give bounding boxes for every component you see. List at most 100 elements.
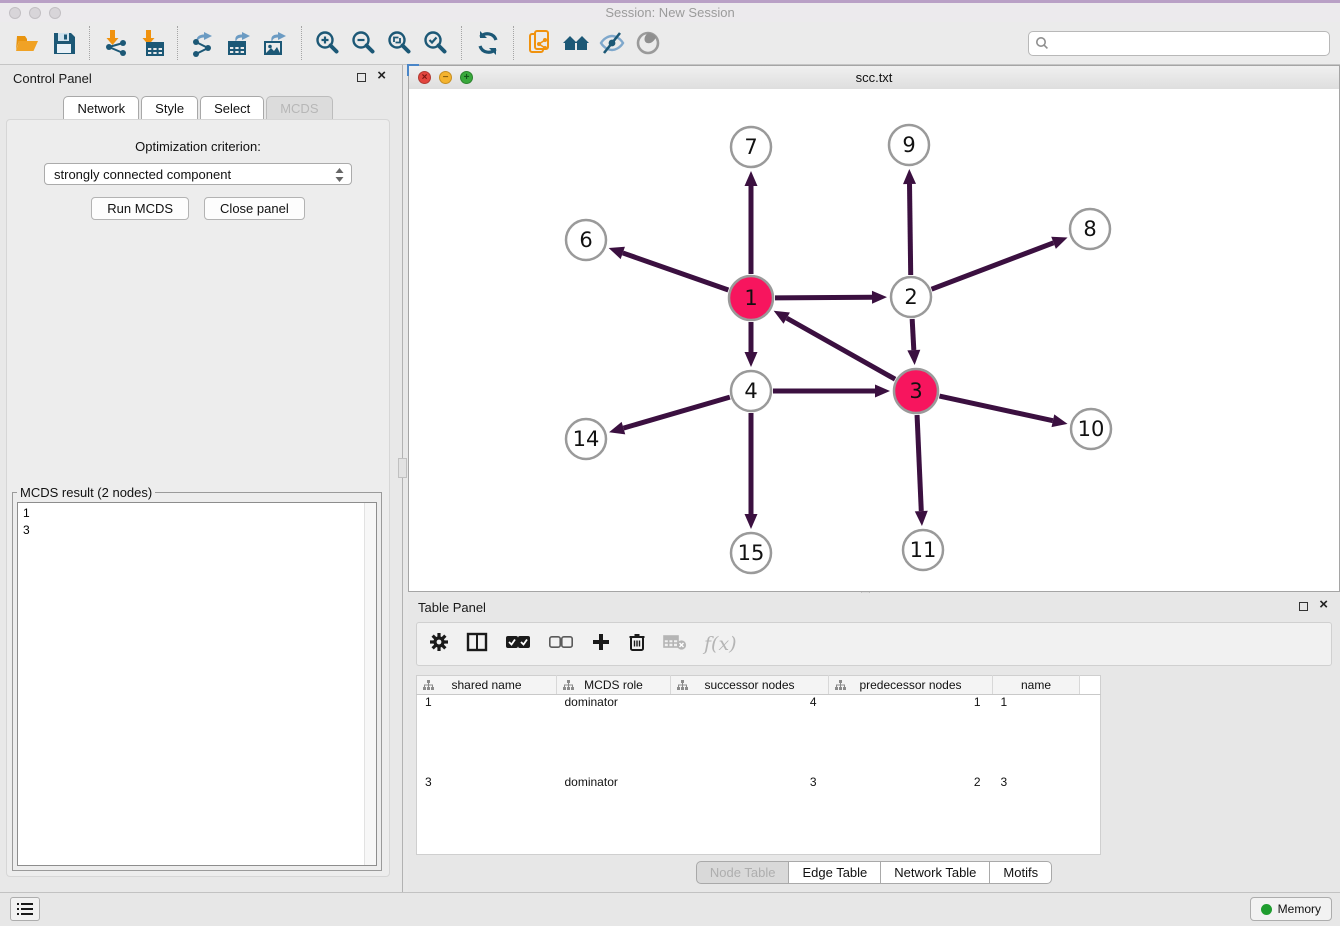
task-history-button[interactable] xyxy=(10,897,40,921)
refresh-layout-icon[interactable] xyxy=(470,25,506,61)
window-accent-strip xyxy=(0,0,1340,3)
select-all-columns-icon[interactable] xyxy=(505,634,531,655)
zoom-fit-icon[interactable] xyxy=(382,25,418,61)
chevron-up-down-icon xyxy=(334,167,345,190)
save-session-icon[interactable] xyxy=(46,25,82,61)
run-mcds-button[interactable]: Run MCDS xyxy=(91,197,189,220)
edge-arrowhead xyxy=(907,350,920,365)
column-header-name[interactable]: name xyxy=(993,676,1080,695)
export-table-icon[interactable] xyxy=(222,25,258,61)
splitter-handle[interactable] xyxy=(398,458,407,478)
search-input[interactable] xyxy=(1053,35,1323,51)
clone-network-icon[interactable] xyxy=(522,25,558,61)
table-panel-title: Table Panel xyxy=(418,600,486,615)
toolbar-separator xyxy=(89,26,91,60)
hierarchy-icon xyxy=(835,680,846,694)
import-network-icon[interactable] xyxy=(98,25,134,61)
hide-graphics-details-icon[interactable] xyxy=(594,25,630,61)
search-icon xyxy=(1035,36,1049,50)
edge-1-2[interactable] xyxy=(775,297,872,298)
criterion-dropdown[interactable]: strongly connected component xyxy=(44,163,352,185)
network-canvas[interactable]: 7968124314101511 xyxy=(409,89,1339,591)
graph-node-label: 3 xyxy=(909,379,922,403)
bird-eye-view-icon[interactable] xyxy=(630,25,666,61)
edge-arrowhead xyxy=(915,511,928,526)
app-titlebar: Session: New Session xyxy=(0,0,1340,23)
optimization-criterion-label: Optimization criterion: xyxy=(7,139,389,154)
add-column-icon[interactable] xyxy=(591,632,611,657)
control-panel-tabs: Network Style Select MCDS xyxy=(0,96,396,119)
edge-2-9[interactable] xyxy=(910,184,911,275)
export-network-icon[interactable] xyxy=(186,25,222,61)
panel-splitter[interactable] xyxy=(402,65,403,893)
settings-gear-icon[interactable] xyxy=(429,632,449,657)
delete-column-icon[interactable] xyxy=(628,632,646,657)
graph-node-label: 15 xyxy=(738,541,765,565)
tab-motifs[interactable]: Motifs xyxy=(990,861,1052,884)
network-window-title: scc.txt xyxy=(409,70,1339,85)
edge-2-8[interactable] xyxy=(932,243,1054,289)
column-header-successor-nodes[interactable]: successor nodes xyxy=(671,676,829,695)
toolbar-separator xyxy=(301,26,303,60)
edge-1-6[interactable] xyxy=(623,253,729,290)
tab-node-table[interactable]: Node Table xyxy=(696,861,790,884)
apply-layout-icon[interactable] xyxy=(558,25,594,61)
window-title: Session: New Session xyxy=(0,5,1340,20)
table-cell: 2 xyxy=(829,775,993,855)
edge-3-10[interactable] xyxy=(939,396,1052,421)
tab-style[interactable]: Style xyxy=(141,96,198,119)
tab-network-table[interactable]: Network Table xyxy=(881,861,990,884)
column-header-mcds-role[interactable]: MCDS role xyxy=(557,676,671,695)
zoom-out-icon[interactable] xyxy=(346,25,382,61)
memory-button[interactable]: Memory xyxy=(1250,897,1332,921)
column-header-shared-name[interactable]: shared name xyxy=(417,676,557,695)
graph-node-label: 7 xyxy=(744,135,757,159)
toolbar-separator xyxy=(177,26,179,60)
column-header-predecessor-nodes[interactable]: predecessor nodes xyxy=(829,676,993,695)
result-item[interactable]: 1 xyxy=(23,505,371,522)
unselect-all-columns-icon[interactable] xyxy=(548,634,574,655)
tab-edge-table[interactable]: Edge Table xyxy=(789,861,881,884)
search-box[interactable] xyxy=(1028,31,1330,56)
close-panel-button[interactable]: Close panel xyxy=(204,197,305,220)
tab-network[interactable]: Network xyxy=(63,96,139,119)
table-row[interactable]: 3dominator323 xyxy=(417,775,1101,855)
export-image-icon[interactable] xyxy=(258,25,294,61)
table-cell: 1 xyxy=(417,695,557,775)
float-panel-icon[interactable] xyxy=(357,73,366,82)
table-cell: 1 xyxy=(993,695,1080,775)
import-table-icon[interactable] xyxy=(134,25,170,61)
edge-3-1[interactable] xyxy=(787,318,895,379)
mcds-result-list[interactable]: 13 xyxy=(17,502,377,866)
open-session-icon[interactable] xyxy=(10,25,46,61)
show-columns-icon[interactable] xyxy=(466,632,488,657)
control-panel: Control Panel × Network Style Select MCD… xyxy=(0,65,396,893)
mcds-result-legend: MCDS result (2 nodes) xyxy=(17,485,155,500)
toolbar-separator xyxy=(461,26,463,60)
edge-arrowhead xyxy=(745,171,758,186)
result-item[interactable]: 3 xyxy=(23,522,371,539)
control-panel-header: Control Panel × xyxy=(0,65,396,91)
table-cell: 3 xyxy=(671,775,829,855)
mcds-result-fieldset: MCDS result (2 nodes) 13 xyxy=(12,492,382,871)
close-panel-icon[interactable]: × xyxy=(377,67,386,85)
network-view-window: × − + scc.txt 7968124314101511 xyxy=(408,65,1340,592)
edge-4-14[interactable] xyxy=(623,397,729,428)
tab-mcds[interactable]: MCDS xyxy=(266,96,332,119)
edge-2-3[interactable] xyxy=(912,319,914,350)
table-float-panel-icon[interactable] xyxy=(1299,602,1308,611)
edge-3-11[interactable] xyxy=(917,415,921,511)
table-row[interactable]: 1dominator411 xyxy=(417,695,1101,775)
zoom-in-icon[interactable] xyxy=(310,25,346,61)
result-scrollbar[interactable] xyxy=(364,503,376,865)
status-bar: Memory xyxy=(0,892,1340,926)
network-window-titlebar[interactable]: × − + scc.txt xyxy=(409,66,1339,90)
main-toolbar xyxy=(0,22,1340,65)
zoom-selected-icon[interactable] xyxy=(418,25,454,61)
tab-select[interactable]: Select xyxy=(200,96,264,119)
table-close-panel-icon[interactable]: × xyxy=(1319,596,1328,614)
graph-node-label: 4 xyxy=(744,379,757,403)
column-header-filler xyxy=(1080,676,1101,695)
table-cell: 4 xyxy=(671,695,829,775)
table-cell: 3 xyxy=(993,775,1080,855)
